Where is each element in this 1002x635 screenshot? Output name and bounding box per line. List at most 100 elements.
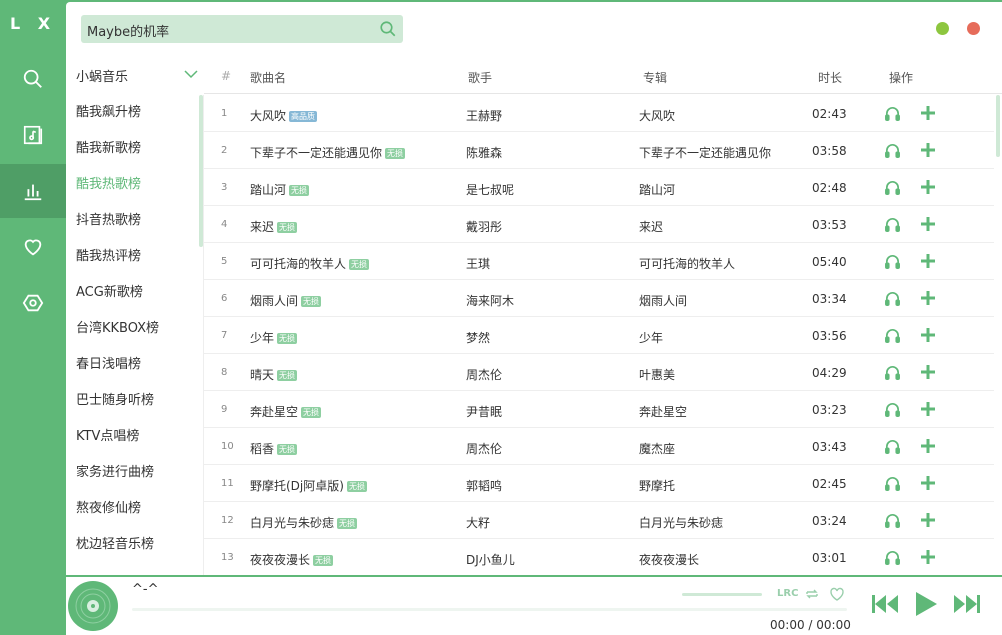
add-icon[interactable] [919,289,937,307]
table-row[interactable]: 3 踏山河 无损 是七叔呢 踏山河 02:48 [204,169,994,206]
add-icon[interactable] [919,326,937,344]
song-album[interactable]: 夜夜夜漫长 [639,551,699,568]
song-artist[interactable]: 大籽 [466,514,490,531]
loop-icon[interactable] [804,586,820,602]
add-icon[interactable] [919,548,937,566]
nav-leaderboard[interactable] [0,164,66,218]
song-artist[interactable]: 海来阿木 [466,292,514,309]
add-icon[interactable] [919,215,937,233]
song-artist[interactable]: 周杰伦 [466,440,502,457]
search-box[interactable]: Maybe的机率 [81,15,403,43]
source-select[interactable]: 小蜗音乐 [76,66,198,88]
leaderboard-item[interactable]: 酷我热评榜 [66,239,203,275]
close-button[interactable] [967,22,980,35]
table-row[interactable]: 10 稻香 无损 周杰伦 魔杰座 03:43 [204,428,994,465]
headphones-icon[interactable] [884,179,901,196]
leaderboard-item[interactable]: 酷我热歌榜 [66,167,203,203]
add-icon[interactable] [919,363,937,381]
leaderboard-item[interactable]: KTV点唱榜 [66,419,203,455]
table-row[interactable]: 5 可可托海的牧羊人 无损 王琪 可可托海的牧羊人 05:40 [204,243,994,280]
song-album[interactable]: 魔杰座 [639,440,675,457]
headphones-icon[interactable] [884,142,901,159]
song-artist[interactable]: 王琪 [466,255,490,272]
song-album[interactable]: 少年 [639,329,663,346]
song-album[interactable]: 白月光与朱砂痣 [639,514,723,531]
song-album[interactable]: 烟雨人间 [639,292,687,309]
song-artist[interactable]: 周杰伦 [466,366,502,383]
table-row[interactable]: 12 白月光与朱砂痣 无损 大籽 白月光与朱砂痣 03:24 [204,502,994,539]
nav-playlist[interactable] [0,108,66,162]
add-icon[interactable] [919,141,937,159]
song-artist[interactable]: 王赫野 [466,107,502,124]
song-artist[interactable]: 郭韬鸣 [466,477,502,494]
add-icon[interactable] [919,400,937,418]
nav-settings[interactable] [0,276,66,330]
search-input[interactable]: Maybe的机率 [87,21,169,40]
table-row[interactable]: 11 野摩托(Dj阿卓版) 无损 郭韬鸣 野摩托 02:45 [204,465,994,502]
leaderboard-item[interactable]: 抖音热歌榜 [66,203,203,239]
leaderboard-item[interactable]: 巴士随身听榜 [66,383,203,419]
leaderboard-item[interactable]: 春日浅唱榜 [66,347,203,383]
album-cover[interactable] [68,581,118,631]
headphones-icon[interactable] [884,253,901,270]
song-artist[interactable]: DJ小鱼儿 [466,551,515,568]
leaderboard-item[interactable]: 酷我飙升榜 [66,95,203,131]
song-album[interactable]: 来迟 [639,218,663,235]
add-icon[interactable] [919,104,937,122]
song-scrollbar[interactable] [996,95,1000,157]
add-icon[interactable] [919,252,937,270]
leaderboard-item[interactable]: 酷我新歌榜 [66,131,203,167]
headphones-icon[interactable] [884,105,901,122]
lyrics-button[interactable]: LRC [777,588,799,604]
headphones-icon[interactable] [884,364,901,381]
previous-icon[interactable] [870,592,900,616]
song-album[interactable]: 踏山河 [639,181,675,198]
minimize-button[interactable] [936,22,949,35]
add-icon[interactable] [919,178,937,196]
leaderboard-item[interactable]: ACG新歌榜 [66,275,203,311]
song-album[interactable]: 下辈子不一定还能遇见你 [639,144,771,161]
song-album[interactable]: 奔赴星空 [639,403,687,420]
nav-search[interactable] [0,52,66,106]
song-album[interactable]: 野摩托 [639,477,675,494]
headphones-icon[interactable] [884,438,901,455]
volume-slider[interactable] [682,593,762,596]
leaderboard-scrollbar[interactable] [199,95,203,247]
table-row[interactable]: 9 奔赴星空 无损 尹昔眠 奔赴星空 03:23 [204,391,994,428]
headphones-icon[interactable] [884,475,901,492]
song-artist[interactable]: 戴羽彤 [466,218,502,235]
heart-outline-icon[interactable] [829,586,845,602]
next-icon[interactable] [952,592,982,616]
headphones-icon[interactable] [884,290,901,307]
progress-bar[interactable] [132,608,847,611]
add-icon[interactable] [919,511,937,529]
table-row[interactable]: 1 大风吹 高品质 王赫野 大风吹 02:43 [204,95,994,132]
search-icon[interactable] [379,20,397,38]
table-row[interactable]: 8 晴天 无损 周杰伦 叶惠美 04:29 [204,354,994,391]
leaderboard-item[interactable]: 家务进行曲榜 [66,455,203,491]
headphones-icon[interactable] [884,512,901,529]
add-icon[interactable] [919,474,937,492]
song-artist[interactable]: 尹昔眠 [466,403,502,420]
leaderboard-item[interactable]: 枕边轻音乐榜 [66,527,203,563]
song-album[interactable]: 叶惠美 [639,366,675,383]
table-row[interactable]: 6 烟雨人间 无损 海来阿木 烟雨人间 03:34 [204,280,994,317]
song-artist[interactable]: 梦然 [466,329,490,346]
table-row[interactable]: 2 下辈子不一定还能遇见你 无损 陈雅森 下辈子不一定还能遇见你 03:58 [204,132,994,169]
leaderboard-item[interactable]: 熬夜修仙榜 [66,491,203,527]
leaderboard-item[interactable]: 台湾KKBOX榜 [66,311,203,347]
headphones-icon[interactable] [884,327,901,344]
nav-favorites[interactable] [0,220,66,274]
headphones-icon[interactable] [884,216,901,233]
song-album[interactable]: 大风吹 [639,107,675,124]
song-album[interactable]: 可可托海的牧羊人 [639,255,735,272]
play-icon[interactable] [913,590,939,618]
headphones-icon[interactable] [884,401,901,418]
table-row[interactable]: 4 来迟 无损 戴羽彤 来迟 03:53 [204,206,994,243]
headphones-icon[interactable] [884,549,901,566]
song-artist[interactable]: 陈雅森 [466,144,502,161]
add-icon[interactable] [919,437,937,455]
table-row[interactable]: 13 夜夜夜漫长 无损 DJ小鱼儿 夜夜夜漫长 03:01 [204,539,994,575]
table-row[interactable]: 7 少年 无损 梦然 少年 03:56 [204,317,994,354]
song-artist[interactable]: 是七叔呢 [466,181,514,198]
